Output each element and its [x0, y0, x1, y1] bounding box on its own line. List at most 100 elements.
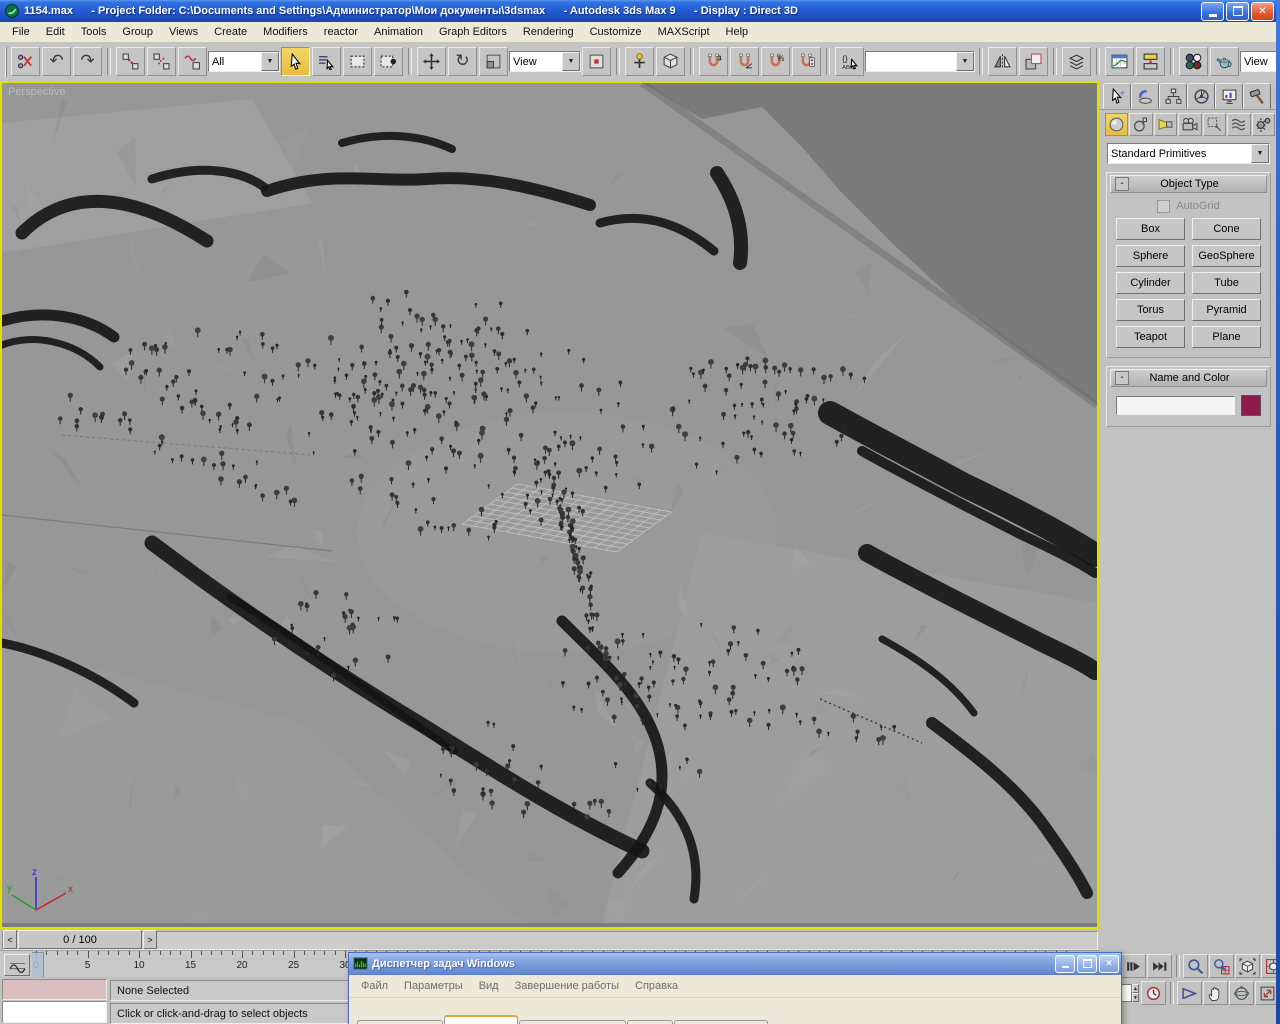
task-manager-window[interactable]: Диспетчер задач Windows ✕ ФайлПараметрыВ…: [348, 952, 1122, 1024]
category-helpers[interactable]: [1203, 113, 1226, 136]
object-type-button-box[interactable]: Box: [1116, 218, 1185, 240]
curve-editor-button[interactable]: [1105, 47, 1134, 76]
window-crossing-toggle[interactable]: [374, 47, 403, 76]
snap-toggle-3d-button[interactable]: 3: [699, 47, 728, 76]
menu-item-group[interactable]: Group: [114, 24, 161, 40]
task-manager-menu-item[interactable]: Вид: [471, 978, 507, 994]
time-slider-track[interactable]: [2, 931, 1098, 950]
select-and-rotate-button[interactable]: ↻: [448, 47, 477, 76]
object-type-button-cylinder[interactable]: Cylinder: [1116, 272, 1185, 294]
task-manager-tab-5[interactable]: Пользователи: [674, 1020, 768, 1024]
material-editor-button[interactable]: [1179, 47, 1208, 76]
zoom-extents-button[interactable]: [1235, 954, 1260, 978]
object-type-button-pyramid[interactable]: Pyramid: [1192, 299, 1261, 321]
menu-item-views[interactable]: Views: [161, 24, 206, 40]
restore-button[interactable]: [1226, 2, 1249, 21]
task-manager-minimize-button[interactable]: [1055, 955, 1075, 973]
select-by-name-button[interactable]: [312, 47, 341, 76]
tab-motion[interactable]: [1187, 83, 1215, 109]
viewport-label[interactable]: Perspective: [8, 86, 65, 98]
category-cameras[interactable]: [1178, 113, 1201, 136]
time-slider-button[interactable]: 0 / 100: [18, 930, 142, 949]
render-scene-button[interactable]: [1210, 47, 1239, 76]
viewport-3d-scene[interactable]: [2, 83, 1097, 923]
spinner-snap-toggle[interactable]: [792, 47, 821, 76]
layer-manager-button[interactable]: [1062, 47, 1091, 76]
tab-hierarchy[interactable]: [1159, 83, 1187, 109]
menu-item-graph-editors[interactable]: Graph Editors: [431, 24, 515, 40]
category-spacewarps[interactable]: [1227, 113, 1250, 136]
tab-create[interactable]: [1103, 83, 1131, 109]
nodes-with-red-cross-icon[interactable]: [11, 47, 40, 76]
task-manager-menu-item[interactable]: Файл: [353, 978, 396, 994]
select-object-button[interactable]: [281, 47, 310, 76]
dropdown-arrow-icon[interactable]: ▼: [261, 52, 279, 71]
task-manager-maximize-button[interactable]: [1077, 955, 1097, 973]
undo-button[interactable]: ↶: [42, 47, 71, 76]
bind-to-spacewarp-button[interactable]: [178, 47, 207, 76]
object-type-button-geosphere[interactable]: GeoSphere: [1192, 245, 1261, 267]
close-button[interactable]: ✕: [1251, 2, 1274, 21]
menu-item-maxscript[interactable]: MAXScript: [650, 24, 718, 40]
task-manager-tab-3[interactable]: Быстродействие: [519, 1020, 626, 1024]
mirror-button[interactable]: [988, 47, 1017, 76]
current-frame-marker[interactable]: [32, 952, 44, 978]
perspective-viewport[interactable]: Perspective z y x: [0, 81, 1099, 929]
zoom-all-button[interactable]: [1209, 954, 1234, 978]
angle-snap-toggle[interactable]: [730, 47, 759, 76]
menu-item-file[interactable]: File: [4, 24, 38, 40]
current-frame-field[interactable]: [1121, 984, 1132, 1002]
menu-item-edit[interactable]: Edit: [38, 24, 73, 40]
task-manager-menu-item[interactable]: Параметры: [396, 978, 471, 994]
menu-item-customize[interactable]: Customize: [582, 24, 650, 40]
select-and-scale-button[interactable]: [479, 47, 508, 76]
menu-item-animation[interactable]: Animation: [366, 24, 431, 40]
category-systems[interactable]: [1252, 113, 1275, 136]
dropdown-arrow-icon[interactable]: ▼: [562, 52, 580, 71]
name-and-color-rollout-header[interactable]: - Name and Color: [1110, 369, 1267, 387]
task-manager-tab-4[interactable]: Сеть: [627, 1020, 673, 1024]
menu-item-tools[interactable]: Tools: [73, 24, 115, 40]
open-mini-curve-editor-button[interactable]: [4, 954, 30, 976]
task-manager-tab-2[interactable]: Процессы: [444, 1015, 517, 1024]
task-manager-menu-item[interactable]: Завершение работы: [507, 978, 627, 994]
selection-filter-dropdown[interactable]: All ▼: [208, 51, 280, 72]
select-and-manipulate-button[interactable]: [625, 47, 654, 76]
select-and-move-button[interactable]: [417, 47, 446, 76]
percent-snap-toggle[interactable]: %: [761, 47, 790, 76]
task-manager-tab-1[interactable]: Приложения: [357, 1020, 443, 1024]
select-and-link-button[interactable]: [116, 47, 145, 76]
zoom-button[interactable]: [1183, 954, 1208, 978]
object-type-button-tube[interactable]: Tube: [1192, 272, 1261, 294]
menu-item-help[interactable]: Help: [718, 24, 757, 40]
object-type-button-plane[interactable]: Plane: [1192, 326, 1261, 348]
pan-view-button[interactable]: [1203, 981, 1228, 1005]
object-type-button-teapot[interactable]: Teapot: [1116, 326, 1185, 348]
task-manager-close-button[interactable]: ✕: [1099, 955, 1119, 973]
go-to-end-button[interactable]: [1147, 954, 1172, 978]
edit-named-selection-sets-button[interactable]: {}ABC: [835, 47, 864, 76]
menu-item-rendering[interactable]: Rendering: [515, 24, 582, 40]
autogrid-checkbox[interactable]: [1157, 200, 1170, 213]
rectangular-selection-region-button[interactable]: [343, 47, 372, 76]
dropdown-arrow-icon[interactable]: ▼: [956, 52, 974, 71]
menu-item-modifiers[interactable]: Modifiers: [255, 24, 316, 40]
primitive-category-dropdown[interactable]: Standard Primitives ▼: [1107, 143, 1270, 164]
category-shapes[interactable]: [1129, 113, 1152, 136]
collapse-icon[interactable]: -: [1115, 371, 1129, 385]
frame-spinner[interactable]: ▲▼: [1132, 984, 1139, 1002]
redo-button[interactable]: ↷: [73, 47, 102, 76]
collapse-icon[interactable]: -: [1115, 177, 1129, 191]
object-type-button-cone[interactable]: Cone: [1192, 218, 1261, 240]
object-type-rollout-header[interactable]: - Object Type: [1110, 175, 1267, 193]
object-type-button-torus[interactable]: Torus: [1116, 299, 1185, 321]
tab-display[interactable]: [1215, 83, 1243, 109]
object-name-input[interactable]: [1116, 396, 1235, 415]
task-manager-titlebar[interactable]: Диспетчер задач Windows ✕: [349, 953, 1121, 975]
dropdown-arrow-icon[interactable]: ▼: [1251, 144, 1269, 163]
unlink-selection-button[interactable]: [147, 47, 176, 76]
maxscript-mini-listener-input[interactable]: [2, 1001, 107, 1023]
use-pivot-point-center-button[interactable]: [582, 47, 611, 76]
next-frame-arrow[interactable]: >: [143, 930, 157, 949]
object-type-button-sphere[interactable]: Sphere: [1116, 245, 1185, 267]
